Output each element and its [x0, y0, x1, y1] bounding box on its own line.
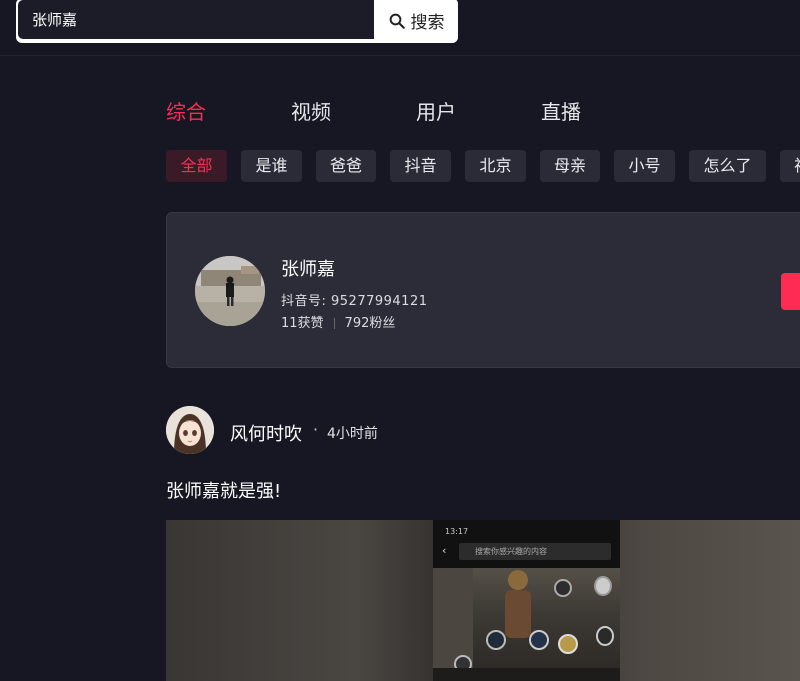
- video-screen-recording: 13:17 ‹ 搜索你感兴趣的内容: [433, 520, 620, 681]
- user-card[interactable]: 张师嘉 抖音号: 95277994121 11获赞 792粉丝: [166, 212, 800, 368]
- user-fans: 792粉丝: [344, 316, 396, 331]
- post-author-name[interactable]: 风何时吹: [230, 420, 302, 446]
- video-back-icon: ‹: [442, 544, 447, 557]
- filter-chip[interactable]: 视: [780, 150, 800, 182]
- post-video[interactable]: 13:17 ‹ 搜索你感兴趣的内容: [166, 520, 800, 681]
- top-bar: 搜索: [0, 0, 800, 56]
- watches-image: [433, 568, 620, 681]
- search-button[interactable]: 搜索: [374, 0, 458, 43]
- video-status-time: 13:17: [445, 527, 469, 536]
- search-input[interactable]: [18, 0, 374, 39]
- video-watch-display: [433, 568, 620, 681]
- user-likes: 11获赞: [281, 316, 324, 331]
- tab-live[interactable]: 直播: [541, 96, 581, 125]
- filter-chip[interactable]: 怎么了: [689, 150, 766, 182]
- filter-chips: 全部 是谁 爸爸 抖音 北京 母亲 小号 怎么了 视: [166, 150, 800, 182]
- post-separator-dot: ·: [313, 420, 319, 439]
- filter-chip-all[interactable]: 全部: [166, 150, 227, 182]
- user-douyin-id: 抖音号: 95277994121: [281, 294, 428, 309]
- filter-chip[interactable]: 爸爸: [316, 150, 376, 182]
- follow-button[interactable]: [781, 273, 800, 310]
- post-author-avatar[interactable]: [166, 406, 214, 454]
- user-stats: 11获赞 792粉丝: [281, 312, 395, 331]
- search-button-label: 搜索: [410, 13, 445, 33]
- stats-divider: [333, 318, 335, 329]
- user-avatar[interactable]: [195, 256, 265, 326]
- tab-users[interactable]: 用户: [416, 96, 456, 125]
- user-name[interactable]: 张师嘉: [281, 255, 335, 281]
- filter-chip[interactable]: 母亲: [540, 150, 600, 182]
- filter-chip[interactable]: 小号: [614, 150, 675, 182]
- post-time: 4小时前: [327, 426, 378, 442]
- search-icon: [389, 13, 405, 29]
- filter-chip[interactable]: 是谁: [241, 150, 302, 182]
- post-caption: 张师嘉就是强!: [166, 481, 282, 502]
- video-search-hint: 搜索你感兴趣的内容: [459, 543, 611, 560]
- search-box: 搜索: [16, 0, 458, 43]
- filter-chip[interactable]: 北京: [465, 150, 526, 182]
- tab-overview[interactable]: 综合: [166, 96, 206, 125]
- post-author-avatar-image: [166, 406, 214, 454]
- user-avatar-image: [195, 256, 265, 326]
- filter-chip[interactable]: 抖音: [390, 150, 451, 182]
- tab-video[interactable]: 视频: [291, 96, 331, 125]
